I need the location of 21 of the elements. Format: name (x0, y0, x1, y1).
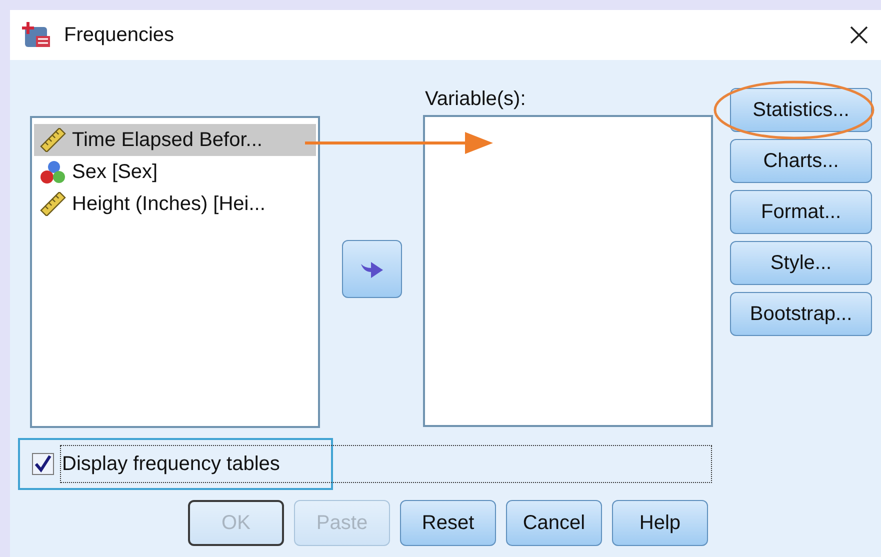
close-icon[interactable] (849, 25, 869, 45)
variable-item[interactable]: Height (Inches) [Hei... (34, 188, 316, 220)
checkbox[interactable] (32, 453, 54, 475)
dialog-button[interactable]: Style... (730, 241, 872, 285)
checkbox-label[interactable]: Display frequency tables (62, 452, 280, 476)
source-variable-list[interactable]: Time Elapsed Befor... Sex [Sex] Height (Inches) [Hei... (30, 116, 320, 428)
dialog-button[interactable]: Help (612, 500, 708, 546)
variables-list[interactable] (423, 115, 713, 427)
app-icon (22, 21, 52, 49)
dialog-button[interactable]: Reset (400, 500, 496, 546)
dialog-button[interactable]: Statistics... (730, 88, 872, 132)
dialog-button[interactable]: Bootstrap... (730, 292, 872, 336)
dialog-button[interactable]: Format... (730, 190, 872, 234)
variables-label: Variable(s): (425, 88, 527, 112)
variable-item[interactable]: Sex [Sex] (34, 156, 316, 188)
balls-icon (40, 160, 66, 184)
dialog-button[interactable]: Charts... (730, 139, 872, 183)
window-title: Frequencies (64, 24, 174, 46)
dialog-button[interactable]: Cancel (506, 500, 602, 546)
variable-item[interactable]: Time Elapsed Befor... (34, 124, 316, 156)
move-button[interactable] (342, 240, 402, 298)
